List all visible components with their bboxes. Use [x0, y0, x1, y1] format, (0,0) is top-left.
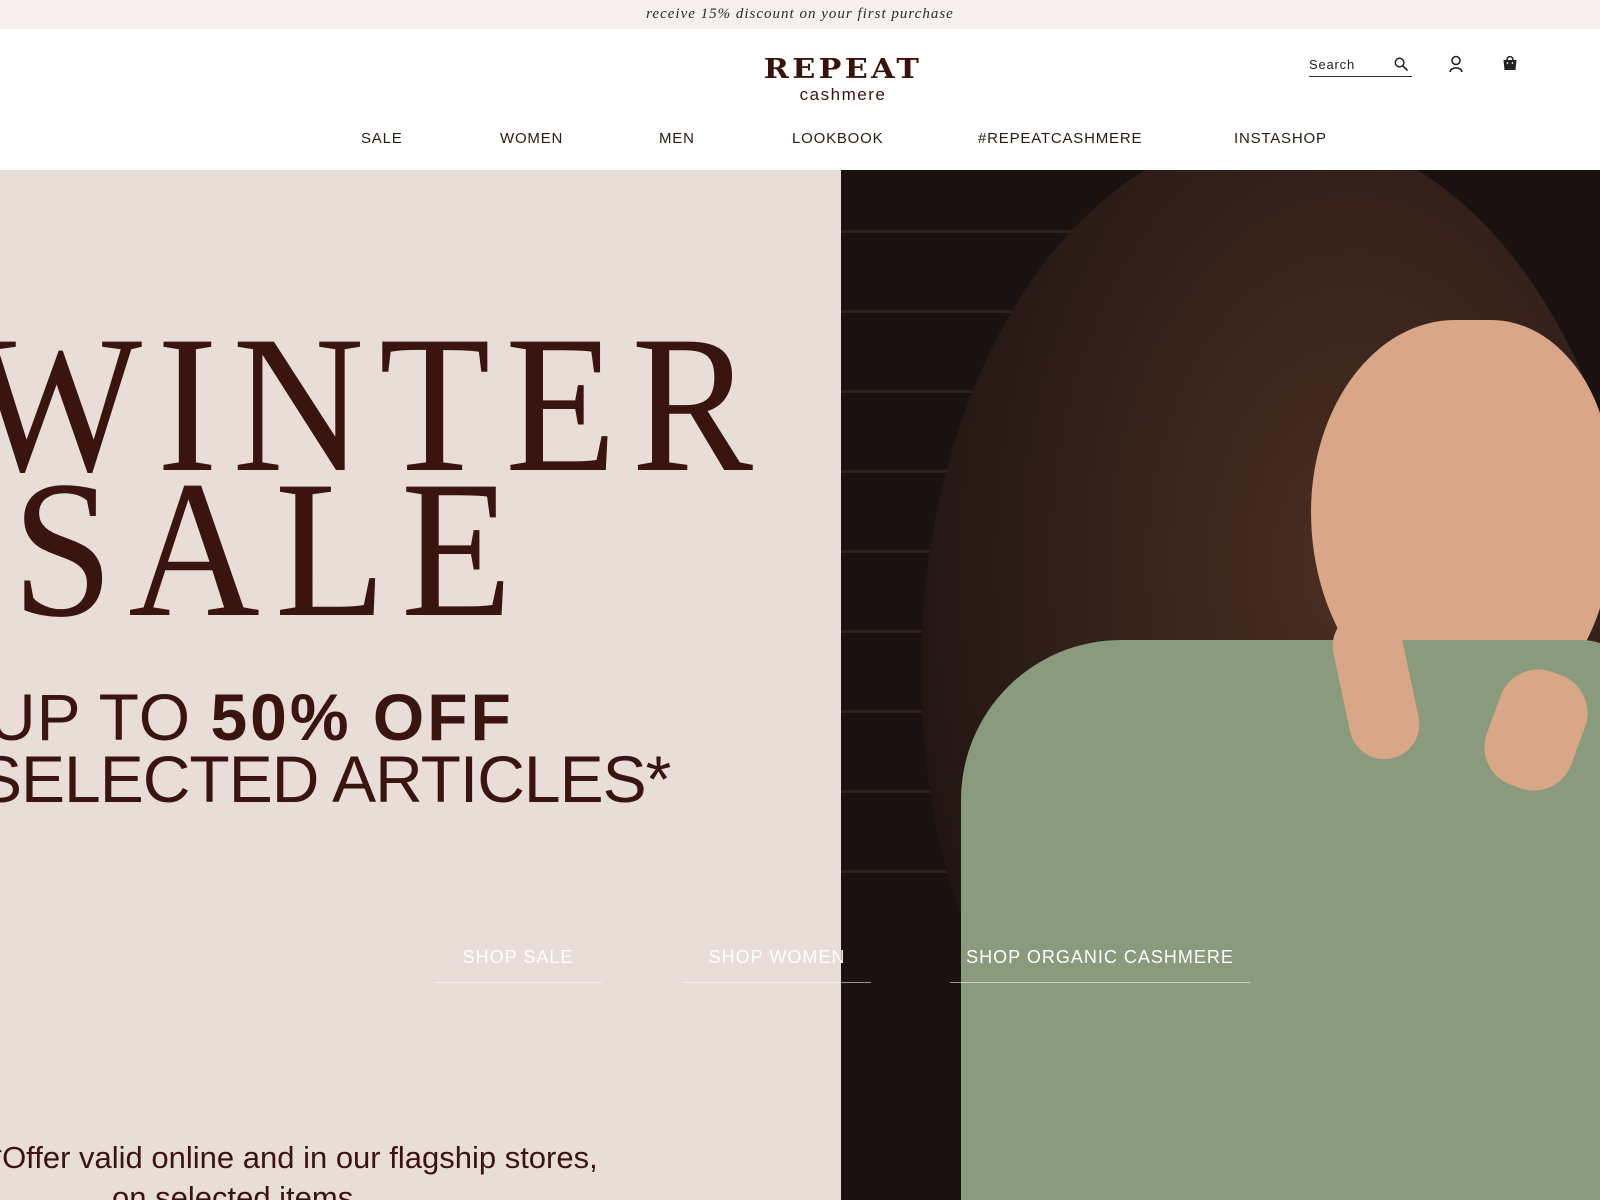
user-icon[interactable] [1448, 55, 1464, 73]
offer-footnote-2: on selected items [112, 1180, 354, 1200]
hero-text-panel: WINTER SALE UP TO 50% OFF SELECTED ARTIC… [0, 170, 841, 1200]
search-box[interactable] [1309, 53, 1412, 77]
promo-bar: receive 15% discount on your first purch… [0, 0, 1600, 29]
nav-item-instashop[interactable]: INSTASHOP [1234, 130, 1327, 147]
logo-subtitle: cashmere [799, 85, 887, 104]
site-header: REPEAT cashmere SALE WOMEN MEN LOOKBOOK … [0, 29, 1600, 169]
hero-headline-sale: SALE [12, 441, 528, 658]
offer-line-2: SELECTED ARTICLES* [0, 742, 671, 816]
nav-item-repeatcashmere[interactable]: #REPEATCASHMERE [978, 130, 1142, 147]
shop-organic-cashmere-button[interactable]: SHOP ORGANIC CASHMERE [950, 947, 1250, 983]
search-icon[interactable] [1394, 57, 1408, 71]
nav-item-sale[interactable]: SALE [361, 130, 403, 147]
shop-women-button[interactable]: SHOP WOMEN [683, 947, 871, 983]
search-input[interactable] [1309, 53, 1389, 75]
offer-footnote-1: *Offer valid online and in our flagship … [0, 1140, 598, 1175]
promo-text: receive 15% discount on your first purch… [646, 6, 954, 22]
nav-item-women[interactable]: WOMEN [500, 130, 563, 147]
logo-wordmark: REPEAT [763, 54, 923, 85]
nav-item-lookbook[interactable]: LOOKBOOK [792, 130, 883, 147]
brand-logo[interactable]: REPEAT cashmere [740, 55, 946, 105]
nav-item-men[interactable]: MEN [659, 130, 695, 147]
main-nav: SALE WOMEN MEN LOOKBOOK #REPEATCASHMERE … [0, 130, 1600, 160]
hero-model-photo [841, 170, 1600, 1200]
shopping-bag-icon[interactable] [1502, 54, 1518, 71]
shop-sale-button[interactable]: SHOP SALE [434, 947, 602, 983]
